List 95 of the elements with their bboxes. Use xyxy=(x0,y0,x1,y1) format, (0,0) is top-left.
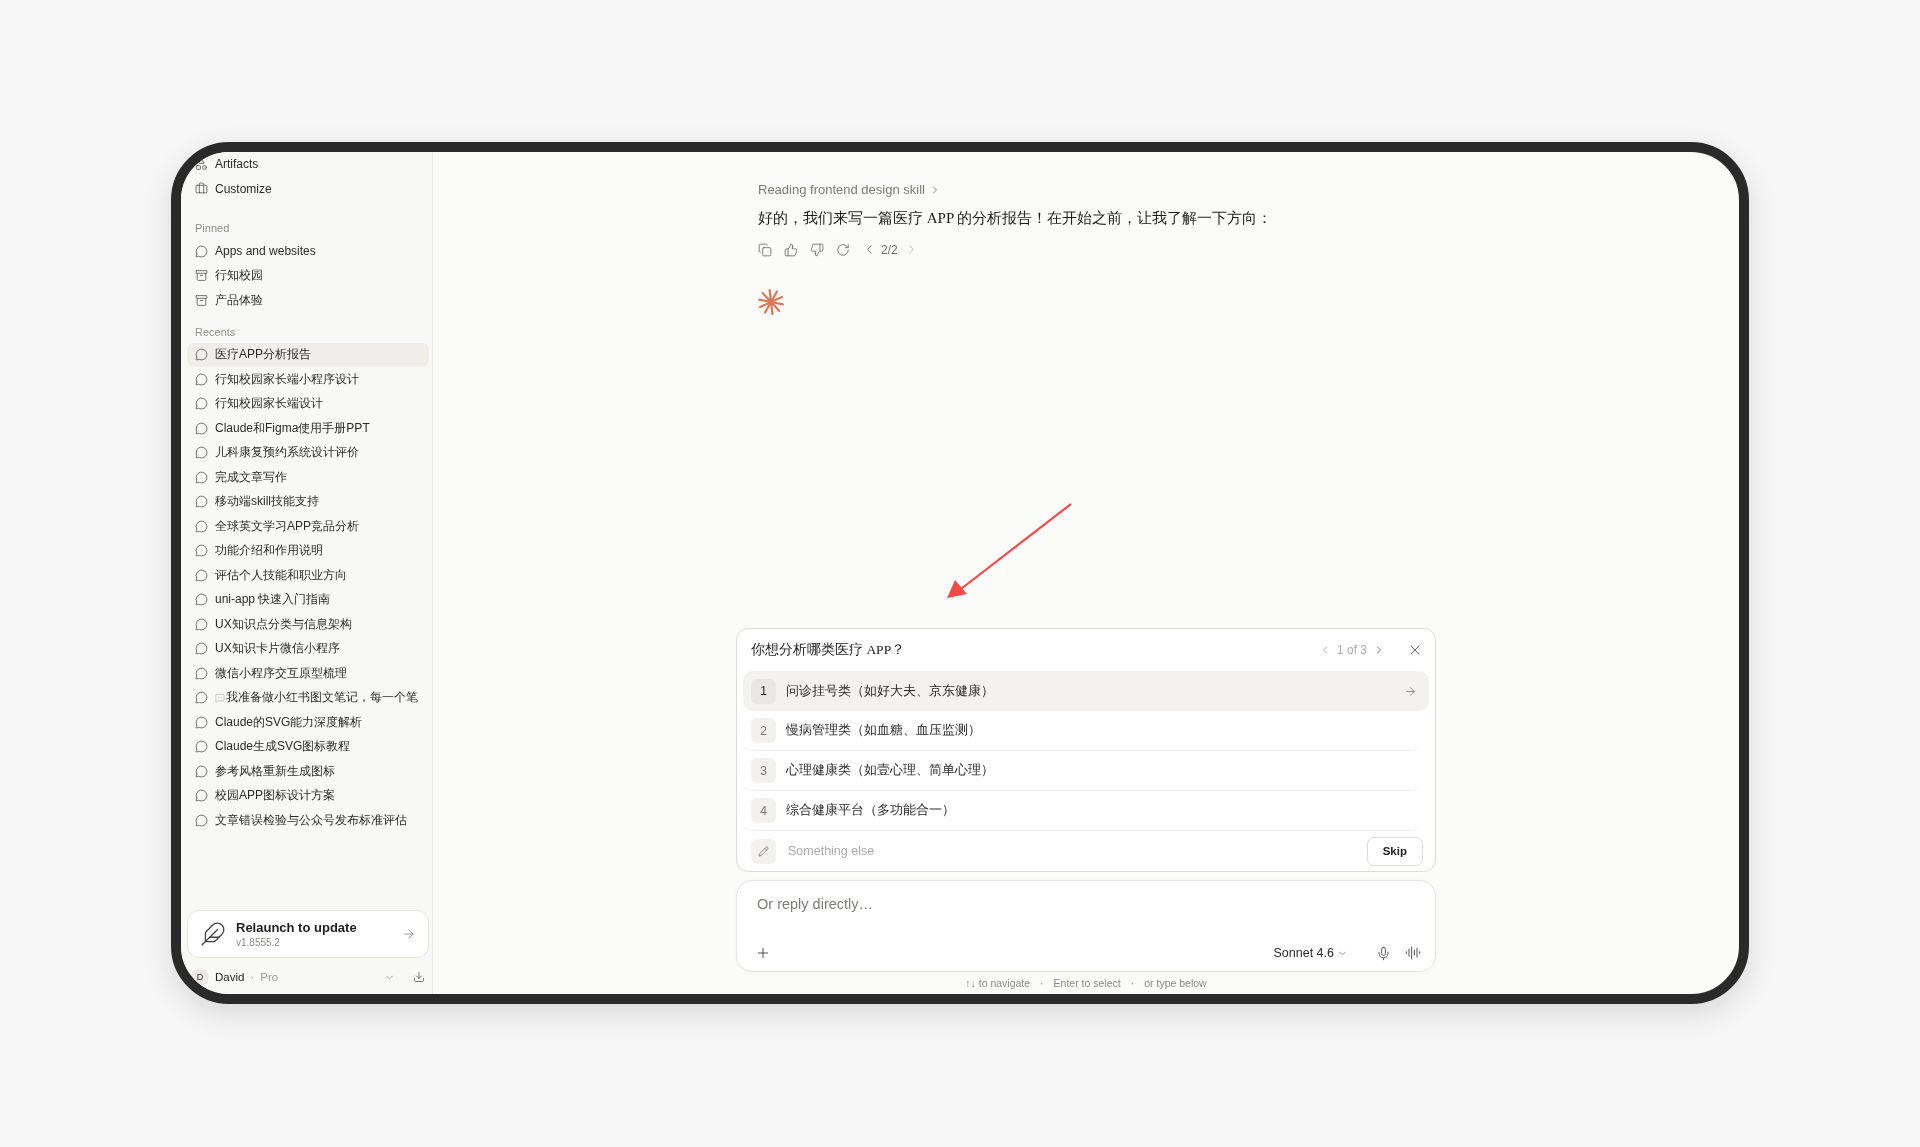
version-text: v1.8555.2 xyxy=(236,937,281,948)
chat-icon xyxy=(195,666,208,680)
option-number: 3 xyxy=(751,758,776,783)
sidebar-item[interactable]: 医疗APP分析报告 xyxy=(187,342,429,367)
option-label: 综合健康平台（多功能合一） xyxy=(786,802,956,819)
add-button[interactable] xyxy=(755,945,771,961)
sidebar-item[interactable]: Claude的SVG能力深度解析 xyxy=(187,710,429,735)
sidebar-item[interactable]: 行知校园家长端小程序设计 xyxy=(187,367,429,392)
option-number: 1 xyxy=(751,678,776,704)
option-label: 问诊挂号类（如好大夫、京东健康） xyxy=(786,682,995,700)
plan-label: Pro xyxy=(260,971,279,983)
chat-icon xyxy=(195,740,208,754)
question-pager: 1 of 3 xyxy=(1336,643,1367,657)
retry-button[interactable] xyxy=(836,242,850,257)
sidebar-item[interactable]: 产品体验 xyxy=(187,288,429,313)
chat-icon xyxy=(195,764,208,778)
option-item[interactable]: 1 问诊挂号类（如好大夫、京东健康） xyxy=(743,671,1429,711)
sidebar-item[interactable]: 评估个人技能和职业方向 xyxy=(187,563,429,588)
keyboard-hint: Enter to select xyxy=(1053,977,1121,989)
sidebar-item[interactable]: UX知识卡片微信小程序 xyxy=(187,636,429,661)
sidebar-item[interactable]: Artifacts xyxy=(187,152,429,177)
briefcase-icon xyxy=(195,182,208,196)
thumbs-up-button[interactable] xyxy=(784,242,798,257)
skip-button[interactable]: Skip xyxy=(1366,836,1423,866)
reply-field[interactable]: Or reply directly… xyxy=(755,895,1421,913)
sidebar-item[interactable]: 儿科康复预约系统设计评价 xyxy=(187,440,429,465)
speech-bubble-icon xyxy=(215,692,225,703)
option-number: 2 xyxy=(751,718,776,743)
sidebar-item[interactable]: UX知识点分类与信息架构 xyxy=(187,612,429,637)
option-item[interactable]: 2 慢病管理类（如血糖、血压监测） xyxy=(743,711,1421,751)
model-selector[interactable]: Sonnet 4.6 xyxy=(1267,945,1354,961)
sidebar-item[interactable]: 行知校园 xyxy=(187,263,429,288)
separator-dot: · xyxy=(1040,977,1044,989)
question-title: 你想分析哪类医疗 APP？ xyxy=(751,641,907,659)
chat-icon xyxy=(195,813,208,827)
chat-icon xyxy=(195,715,208,729)
separator-dot: · xyxy=(1130,977,1135,989)
chat-icon xyxy=(195,544,208,558)
download-icon[interactable] xyxy=(413,971,425,983)
chat-icon xyxy=(195,244,208,258)
arrow-right-icon xyxy=(1404,684,1417,698)
sidebar-item[interactable]: Customize xyxy=(187,176,429,201)
keyboard-hint: ↑↓ to navigate xyxy=(965,977,1031,989)
sidebar-item[interactable]: Claude生成SVG图标教程 xyxy=(187,734,429,759)
spark-logo xyxy=(758,289,784,315)
message-text: 好的，我们来写一篇医疗 APP 的分析报告！在开始之前，让我了解一下方向： xyxy=(758,209,1274,228)
sidebar-item[interactable]: Claude和Figma使用手册PPT xyxy=(187,416,429,441)
update-title: Relaunch to update xyxy=(236,920,358,935)
avatar[interactable]: D xyxy=(191,968,209,986)
separator-dot: · xyxy=(250,971,255,983)
sidebar-item[interactable]: 微信小程序交互原型梳理 xyxy=(187,661,429,686)
option-item[interactable]: 3 心理健康类（如壹心理、简单心理） xyxy=(743,751,1421,791)
chat-icon xyxy=(195,446,208,460)
voice-button[interactable] xyxy=(1405,945,1421,961)
skill-note[interactable]: Reading frontend design skill xyxy=(758,182,925,197)
chat-icon xyxy=(195,642,208,656)
chat-icon xyxy=(195,691,208,705)
option-item[interactable]: 4 综合健康平台（多功能合一） xyxy=(743,791,1421,831)
section-heading: Recents xyxy=(194,324,237,340)
version-pager: 2/2 xyxy=(881,242,898,257)
sidebar-item[interactable]: 全球英文学习APP竞品分析 xyxy=(187,514,429,539)
chat-icon xyxy=(195,593,208,607)
sidebar-item[interactable]: 行知校园家长端设计 xyxy=(187,391,429,416)
sidebar-item[interactable]: 参考风格重新生成图标 xyxy=(187,759,429,784)
chat-icon xyxy=(195,617,208,631)
keyboard-hint: or type below xyxy=(1144,977,1207,989)
chat-icon xyxy=(195,421,208,435)
option-label: 慢病管理类（如血糖、血压监测） xyxy=(786,722,982,739)
sidebar-item[interactable]: 我准备做小红书图文笔记，每一个笔 xyxy=(187,685,429,710)
sidebar-item[interactable]: Apps and websites xyxy=(187,239,429,264)
option-number: 4 xyxy=(751,798,776,823)
leaf-icon xyxy=(200,921,226,947)
chat-icon xyxy=(195,789,208,803)
copy-button[interactable] xyxy=(758,242,772,257)
section-heading: Pinned xyxy=(194,221,231,236)
sidebar-item[interactable]: 功能介绍和作用说明 xyxy=(187,538,429,563)
sidebar-item[interactable]: 移动端skill技能支持 xyxy=(187,489,429,514)
user-name: David xyxy=(215,971,245,983)
chat-icon xyxy=(195,470,208,484)
chat-icon xyxy=(195,519,208,533)
other-answer-field[interactable]: Something else xyxy=(786,843,1357,859)
sidebar-item[interactable]: 完成文章写作 xyxy=(187,465,429,490)
sidebar-item[interactable]: 文章错误检验与公众号发布标准评估 xyxy=(187,808,429,833)
chat-icon xyxy=(195,348,208,362)
pencil-icon xyxy=(751,838,776,864)
option-label: 心理健康类（如壹心理、简单心理） xyxy=(786,762,995,779)
chat-icon xyxy=(195,495,208,509)
update-card[interactable]: Relaunch to update v1.8555.2 xyxy=(187,910,429,958)
thumbs-down-button[interactable] xyxy=(810,242,824,257)
chat-icon xyxy=(195,397,208,411)
sidebar-item[interactable]: uni-app 快速入门指南 xyxy=(187,587,429,612)
microphone-button[interactable] xyxy=(1376,945,1391,961)
sidebar-item[interactable]: 校园APP图标设计方案 xyxy=(187,783,429,808)
chat-icon xyxy=(195,568,208,582)
chat-icon xyxy=(195,372,208,386)
